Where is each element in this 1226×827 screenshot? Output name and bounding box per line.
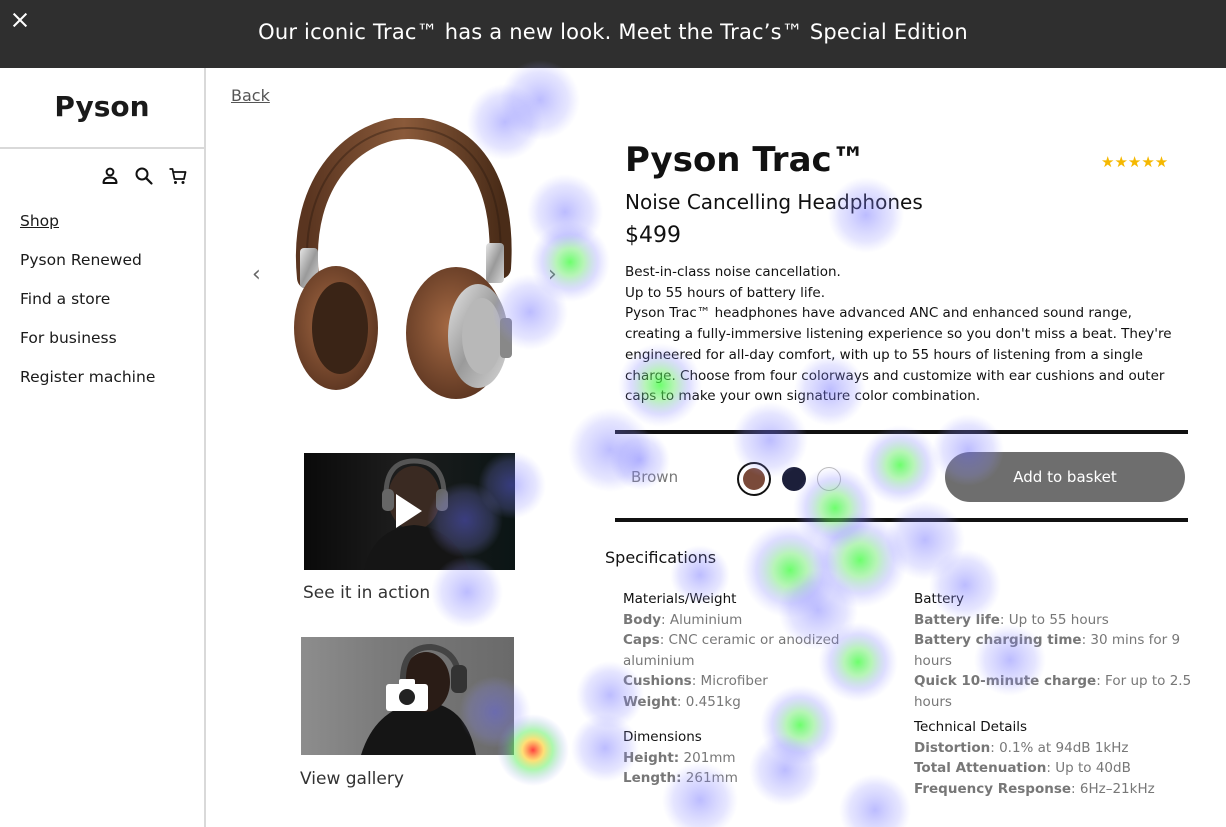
- carousel-prev-icon[interactable]: ‹: [252, 262, 261, 287]
- spec-dimensions: Dimensions Height: 201mm Length: 261mm: [623, 727, 883, 789]
- nav-item-for-business[interactable]: For business: [20, 329, 155, 350]
- description-line: Best-in-class noise cancellation.: [625, 264, 841, 280]
- divider-top: [615, 430, 1188, 434]
- nav-item-register-machine[interactable]: Register machine: [20, 368, 155, 389]
- spec-row: Cushions: Microfiber: [623, 673, 768, 690]
- description-line: Up to 55 hours of battery life.: [625, 284, 826, 301]
- product-image: [294, 118, 512, 399]
- spec-row: Distortion: 0.1% at 94dB 1kHz: [914, 739, 1129, 756]
- sidebar-nav: Shop Pyson Renewed Find a store For busi…: [20, 212, 155, 407]
- spec-row: Battery charging time: 30 mins for 9 hou…: [914, 632, 1181, 669]
- brand-logo[interactable]: Pyson: [0, 90, 204, 123]
- spec-row: Caps: CNC ceramic or anodized aluminium: [623, 632, 840, 669]
- spec-row: Total Attenuation: Up to 40dB: [914, 760, 1131, 777]
- selected-color-label: Brown: [631, 468, 679, 486]
- swatch-fill: [743, 468, 765, 490]
- spec-row: Quick 10-minute charge: For up to 2.5 ho…: [914, 673, 1192, 710]
- spec-row: Battery life: Up to 55 hours: [914, 611, 1109, 628]
- back-link[interactable]: Back: [231, 86, 270, 105]
- spec-battery: Battery Battery life: Up to 55 hours Bat…: [914, 589, 1219, 713]
- spec-row: Body: Aluminium: [623, 611, 743, 628]
- product-subtitle: Noise Cancelling Headphones: [625, 190, 923, 214]
- banner-text: Our iconic Trac™ has a new look. Meet th…: [258, 20, 968, 44]
- user-icon[interactable]: [100, 166, 120, 186]
- spec-technical-title: Technical Details: [914, 719, 1028, 735]
- carousel-next-icon[interactable]: ›: [548, 262, 557, 287]
- sidebar-divider: [0, 147, 204, 149]
- cart-icon[interactable]: [168, 166, 188, 186]
- nav-item-pyson-renewed[interactable]: Pyson Renewed: [20, 251, 155, 272]
- nav-item-shop[interactable]: Shop: [20, 212, 155, 233]
- spec-row: Frequency Response: 6Hz–21kHz: [914, 780, 1155, 797]
- description-paragraph: Pyson Trac™ headphones have advanced ANC…: [625, 305, 1172, 405]
- spec-technical: Technical Details Distortion: 0.1% at 94…: [914, 717, 1219, 799]
- color-swatch-white[interactable]: [817, 467, 841, 491]
- search-icon[interactable]: [134, 166, 154, 186]
- video-caption[interactable]: See it in action: [303, 583, 430, 603]
- product-description: Best-in-class noise cancellation. Up to …: [625, 262, 1185, 407]
- color-swatch-navy[interactable]: [782, 467, 806, 491]
- sidebar: Pyson Shop Pyson Renewed Find a store Fo…: [0, 68, 206, 827]
- nav-item-find-a-store[interactable]: Find a store: [20, 290, 155, 311]
- rating-stars: ★★★★★: [1101, 153, 1169, 171]
- camera-icon[interactable]: [385, 678, 429, 712]
- spec-row: Length: 261mm: [623, 770, 738, 787]
- product-title: Pyson Trac™: [625, 140, 866, 180]
- spec-dimensions-title: Dimensions: [623, 729, 702, 745]
- spec-row: Height: 201mm: [623, 749, 736, 766]
- play-icon[interactable]: [394, 492, 424, 530]
- sidebar-icon-row: [100, 166, 188, 186]
- add-to-basket-button[interactable]: Add to basket: [945, 452, 1185, 502]
- product-price: $499: [625, 223, 681, 248]
- color-swatch-brown[interactable]: [737, 462, 771, 496]
- announcement-banner: Our iconic Trac™ has a new look. Meet th…: [0, 0, 1226, 68]
- spec-battery-title: Battery: [914, 591, 964, 607]
- spec-materials-title: Materials/Weight: [623, 591, 737, 607]
- divider-bottom: [615, 518, 1188, 522]
- specifications-heading: Specifications: [605, 548, 717, 567]
- gallery-caption[interactable]: View gallery: [300, 769, 404, 789]
- spec-materials: Materials/Weight Body: Aluminium Caps: C…: [623, 589, 883, 713]
- spec-row: Weight: 0.451kg: [623, 693, 741, 710]
